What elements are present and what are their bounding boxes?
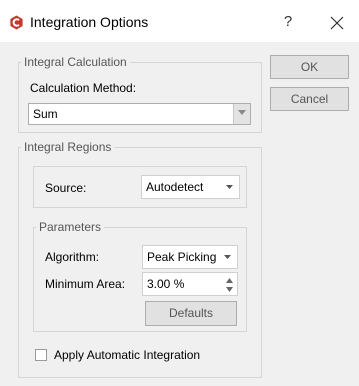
algorithm-dropdown[interactable]: Peak Picking xyxy=(142,245,238,269)
window-title: Integration Options xyxy=(30,14,149,30)
chevron-down-icon xyxy=(224,255,231,259)
chevron-down-icon xyxy=(238,110,246,115)
title-bar: Integration Options ? xyxy=(0,0,359,42)
ok-label: OK xyxy=(300,60,319,74)
app-logo-icon xyxy=(10,15,23,30)
spin-arrows-icon[interactable] xyxy=(225,276,234,294)
dropdown-button[interactable] xyxy=(233,104,250,124)
minimum-area-value: 3.00 % xyxy=(147,277,185,291)
defaults-button[interactable]: Defaults xyxy=(145,301,237,326)
cancel-button[interactable]: Cancel xyxy=(270,87,349,111)
close-icon xyxy=(330,16,344,30)
ok-button[interactable]: OK xyxy=(270,55,349,79)
chevron-down-icon xyxy=(226,185,233,189)
source-label: Source: xyxy=(45,181,87,195)
calculation-method-value: Sum xyxy=(33,107,58,121)
algorithm-value: Peak Picking xyxy=(147,250,217,264)
integral-regions-legend: Integral Regions xyxy=(24,140,112,154)
help-button[interactable]: ? xyxy=(278,12,298,32)
defaults-label: Defaults xyxy=(168,306,214,320)
minimum-area-label: Minimum Area: xyxy=(45,277,126,291)
close-button[interactable] xyxy=(326,12,348,34)
calculation-method-dropdown[interactable]: Sum xyxy=(28,103,251,125)
dialog-body: Integral Calculation Calculation Method:… xyxy=(0,42,359,386)
integral-calculation-legend: Integral Calculation xyxy=(24,55,127,69)
minimum-area-spinbox[interactable]: 3.00 % xyxy=(142,272,238,296)
source-value: Autodetect xyxy=(146,180,204,194)
apply-automatic-integration-checkbox[interactable] xyxy=(35,349,47,361)
parameters-legend: Parameters xyxy=(39,220,102,234)
calculation-method-label: Calculation Method: xyxy=(30,81,137,95)
cancel-label: Cancel xyxy=(290,92,329,106)
source-dropdown[interactable]: Autodetect xyxy=(141,175,240,199)
apply-automatic-integration-label[interactable]: Apply Automatic Integration xyxy=(54,348,200,362)
algorithm-label: Algorithm: xyxy=(45,250,100,264)
